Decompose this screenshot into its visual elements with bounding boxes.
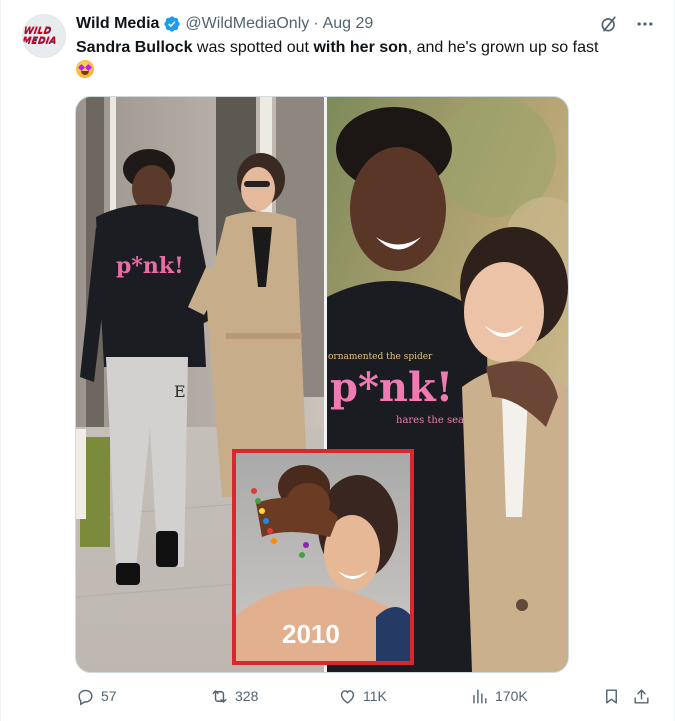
repost-count: 328 xyxy=(235,688,259,704)
timeline-border-left xyxy=(0,0,1,721)
avatar-logo: WILD MEDIA xyxy=(22,26,58,46)
tweet-text-segment: was spotted out xyxy=(192,39,314,56)
hoodie-print-left: p*nk! xyxy=(116,253,184,279)
reply-button[interactable]: 57 xyxy=(76,684,117,708)
author-name[interactable]: Wild Media xyxy=(76,15,159,33)
tweet-text: Sandra Bullock was spotted out with her … xyxy=(76,38,651,81)
views-button[interactable]: 170K xyxy=(470,684,528,708)
star-struck-emoji-icon xyxy=(76,60,94,78)
more-icon[interactable] xyxy=(635,14,655,34)
share-icon xyxy=(632,687,651,706)
author-avatar[interactable]: WILD MEDIA xyxy=(22,14,66,58)
like-button[interactable]: 11K xyxy=(338,684,387,708)
repost-button[interactable]: 328 xyxy=(210,684,258,708)
reply-icon xyxy=(76,687,95,706)
like-count: 11K xyxy=(363,688,387,704)
verified-badge-icon xyxy=(163,15,181,33)
separator-dot: · xyxy=(313,15,319,32)
repost-icon xyxy=(210,687,229,706)
inset-2010-photo: 2010 xyxy=(232,449,414,665)
views-icon xyxy=(470,687,489,706)
grok-icon[interactable] xyxy=(599,14,619,34)
header-actions xyxy=(599,12,655,36)
hoodie-print-top: ornamented the spider xyxy=(328,352,433,362)
bookmark-icon xyxy=(602,687,621,706)
reply-count: 57 xyxy=(101,688,117,704)
views-count: 170K xyxy=(495,688,528,704)
tweet-header: Wild Media @WildMediaOnly · Aug 29 xyxy=(76,12,655,36)
inset-year-label: 2010 xyxy=(282,619,340,649)
share-button[interactable] xyxy=(632,684,651,708)
bookmark-button[interactable] xyxy=(602,684,621,708)
tweet-text-bold-name: Sandra Bullock xyxy=(76,39,193,56)
tweet-date[interactable]: Aug 29 xyxy=(323,15,374,33)
tweet-media-photo[interactable]: p*nk! E ornamented the spider p*nk! hare… xyxy=(75,96,569,673)
like-icon xyxy=(338,687,357,706)
tweet-text-bold-phrase: with her son xyxy=(313,39,408,56)
author-handle[interactable]: @WildMediaOnly xyxy=(185,15,309,33)
pants-logo: E xyxy=(174,382,186,401)
tweet-action-bar: 57 328 11K 170K xyxy=(76,684,655,708)
hoodie-print-right: p*nk! xyxy=(330,364,453,411)
tweet-text-segment-end: , and he's grown up so fast xyxy=(407,39,599,56)
